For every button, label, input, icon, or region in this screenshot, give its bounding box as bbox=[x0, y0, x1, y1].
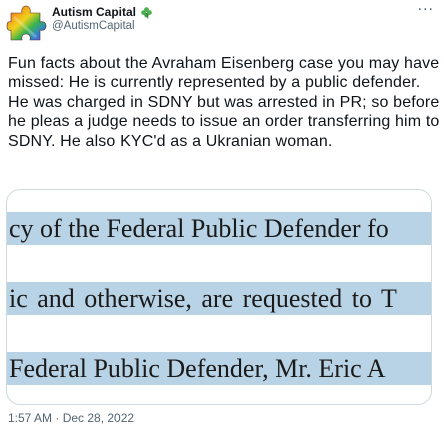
name-row: Autism Capital bbox=[52, 5, 424, 19]
more-options-icon[interactable]: ··· bbox=[418, 2, 434, 18]
document-line: Federal Public Defender, Mr. Eric A bbox=[7, 352, 431, 385]
tweet: Autism Capital @AutismCapital ··· Fun fa… bbox=[0, 0, 444, 425]
tweet-header: Autism Capital @AutismCapital bbox=[52, 5, 424, 32]
tweet-text: Fun facts about the Avraham Eisenberg ca… bbox=[8, 55, 440, 150]
user-handle[interactable]: @AutismCapital bbox=[52, 20, 424, 32]
document-line: ic and otherwise, are requested to T bbox=[7, 282, 431, 315]
avatar[interactable] bbox=[6, 3, 48, 45]
rainbow-puzzle-piece-icon bbox=[6, 5, 47, 41]
display-name[interactable]: Autism Capital bbox=[52, 5, 136, 19]
document-line: cy of the Federal Public Defender fo bbox=[7, 212, 431, 245]
tweet-timestamp[interactable]: 1:57 AM · Dec 28, 2022 bbox=[8, 411, 134, 425]
shamrock-icon bbox=[140, 6, 153, 19]
tweet-media-image[interactable]: cy of the Federal Public Defender fo ic … bbox=[6, 189, 432, 405]
